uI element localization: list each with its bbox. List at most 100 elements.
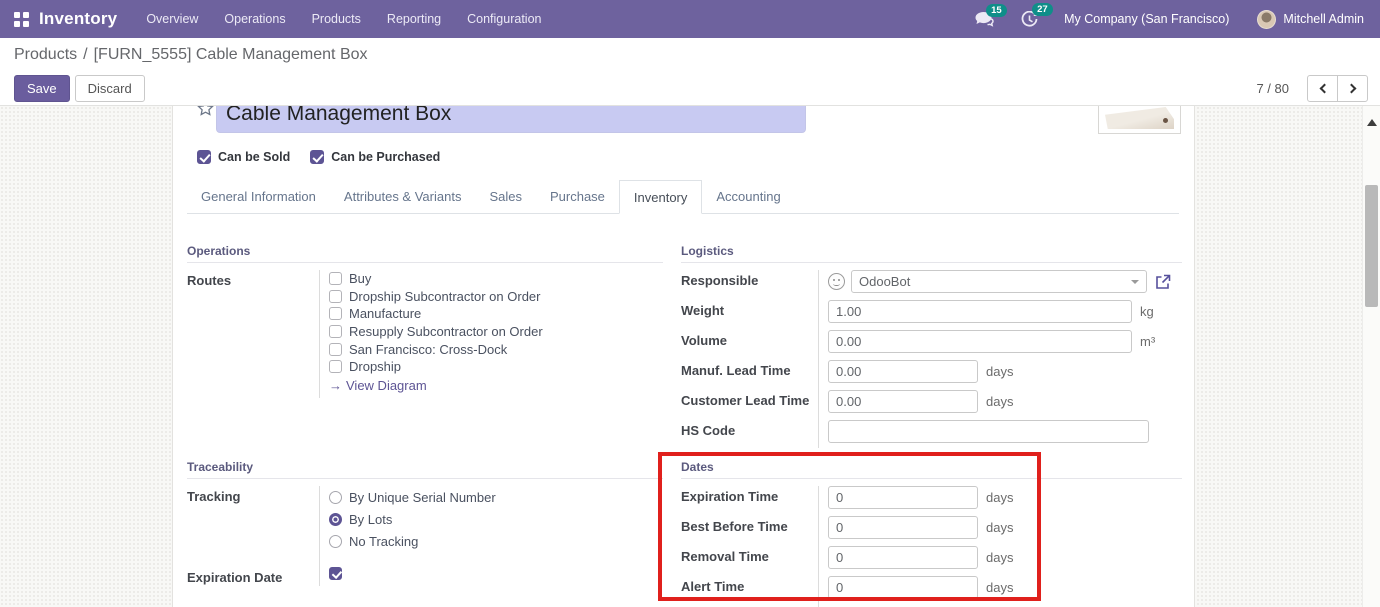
customer-lead-time-input[interactable]: [828, 390, 978, 413]
route-checkbox-cross-dock[interactable]: San Francisco: Cross-Dock: [329, 340, 543, 358]
traceability-group: Traceability Tracking By Unique Serial N…: [187, 460, 663, 586]
route-checkbox-resupply-subcontractor[interactable]: Resupply Subcontractor on Order: [329, 323, 543, 341]
removal-time-input[interactable]: [828, 546, 978, 569]
hs-code-input[interactable]: [828, 420, 1149, 443]
breadcrumb-separator: /: [83, 46, 87, 64]
vertical-scrollbar[interactable]: [1362, 106, 1380, 607]
weight-unit: kg: [1140, 304, 1154, 319]
customer-lead-time-label: Customer Lead Time: [681, 390, 818, 408]
product-name-input[interactable]: [216, 106, 806, 133]
manuf-lead-time-unit: days: [986, 364, 1013, 379]
notebook-tabs: General Information Attributes & Variant…: [187, 180, 1179, 214]
customer-lead-time-unit: days: [986, 394, 1013, 409]
expiration-date-checkbox[interactable]: [329, 567, 342, 580]
radio-icon: [329, 491, 342, 504]
expiration-time-input[interactable]: [828, 486, 978, 509]
messages-icon[interactable]: 15: [975, 12, 995, 27]
manuf-lead-time-label: Manuf. Lead Time: [681, 360, 818, 378]
favorite-star-icon[interactable]: [197, 106, 214, 122]
alert-time-unit: days: [986, 580, 1013, 595]
product-title-row: [173, 106, 1194, 134]
checkbox-icon: [329, 307, 342, 320]
breadcrumb-current: [FURN_5555] Cable Management Box: [94, 46, 368, 64]
route-checkbox-manufacture[interactable]: Manufacture: [329, 305, 543, 323]
nav-item-reporting[interactable]: Reporting: [374, 0, 454, 38]
radio-selected-icon: [329, 513, 342, 526]
scroll-up-arrow-icon[interactable]: [1367, 119, 1377, 126]
activities-icon[interactable]: 27: [1021, 11, 1038, 28]
manuf-lead-time-input[interactable]: [828, 360, 978, 383]
checkbox-icon: [329, 325, 342, 338]
responsible-input[interactable]: [851, 270, 1147, 293]
alert-time-input[interactable]: [828, 576, 978, 599]
scrollbar-thumb[interactable]: [1365, 185, 1378, 307]
product-flags: Can be Sold Can be Purchased: [197, 150, 460, 164]
checkbox-checked-icon: [310, 150, 324, 164]
tracking-radio-none[interactable]: No Tracking: [329, 530, 496, 552]
best-before-time-unit: days: [986, 520, 1013, 535]
chevron-right-icon: [1346, 83, 1356, 93]
form-view-background: Can be Sold Can be Purchased General Inf…: [0, 106, 1380, 607]
logistics-group: Logistics Responsible: [681, 244, 1182, 448]
product-form-sheet: Can be Sold Can be Purchased General Inf…: [172, 106, 1195, 607]
pager-previous-button[interactable]: [1307, 75, 1338, 102]
best-before-time-input[interactable]: [828, 516, 978, 539]
tab-sales[interactable]: Sales: [475, 180, 536, 213]
apps-menu-icon[interactable]: [14, 12, 29, 27]
breadcrumb-parent-link[interactable]: Products: [14, 46, 77, 64]
tab-inventory[interactable]: Inventory: [619, 180, 702, 214]
volume-label: Volume: [681, 330, 818, 348]
view-diagram-link[interactable]: → View Diagram: [329, 377, 543, 395]
activities-badge: 27: [1032, 3, 1053, 17]
pager-next-button[interactable]: [1337, 75, 1368, 102]
route-checkbox-dropship[interactable]: Dropship: [329, 358, 543, 376]
weight-input[interactable]: [828, 300, 1132, 323]
volume-input[interactable]: [828, 330, 1132, 353]
route-checkbox-dropship-subcontractor[interactable]: Dropship Subcontractor on Order: [329, 288, 543, 306]
responsible-label: Responsible: [681, 270, 818, 288]
traceability-section-title: Traceability: [187, 460, 663, 479]
nav-item-products[interactable]: Products: [299, 0, 374, 38]
route-checkbox-buy[interactable]: Buy: [329, 270, 543, 288]
dates-section-title: Dates: [681, 460, 1182, 479]
user-menu[interactable]: Mitchell Admin: [1283, 12, 1364, 26]
dates-group: Dates Expiration Time days Best Before T…: [681, 460, 1182, 607]
save-button[interactable]: Save: [14, 75, 70, 102]
product-image[interactable]: [1098, 106, 1181, 134]
tab-attributes-variants[interactable]: Attributes & Variants: [330, 180, 476, 213]
tracking-radio-lots[interactable]: By Lots: [329, 508, 496, 530]
pager-value: 7 / 80: [1256, 81, 1289, 96]
routes-label: Routes: [187, 270, 319, 288]
top-navbar: Inventory Overview Operations Products R…: [0, 0, 1380, 38]
can-be-sold-checkbox[interactable]: Can be Sold: [197, 150, 290, 164]
checkbox-icon: [329, 360, 342, 373]
checkbox-checked-icon: [197, 150, 211, 164]
tracking-radio-serial[interactable]: By Unique Serial Number: [329, 486, 496, 508]
open-record-external-link-icon[interactable]: [1155, 274, 1171, 290]
expiration-time-label: Expiration Time: [681, 486, 818, 504]
checkbox-icon: [329, 290, 342, 303]
tab-accounting[interactable]: Accounting: [702, 180, 794, 213]
company-switcher[interactable]: My Company (San Francisco): [1064, 12, 1229, 26]
weight-label: Weight: [681, 300, 818, 318]
app-name[interactable]: Inventory: [39, 9, 117, 29]
tab-general-information[interactable]: General Information: [187, 180, 330, 213]
nav-item-operations[interactable]: Operations: [211, 0, 298, 38]
discard-button[interactable]: Discard: [75, 75, 145, 102]
radio-icon: [329, 535, 342, 548]
messages-badge: 15: [986, 4, 1007, 18]
removal-time-label: Removal Time: [681, 546, 818, 564]
tab-purchase[interactable]: Purchase: [536, 180, 619, 213]
nav-item-overview[interactable]: Overview: [133, 0, 211, 38]
checkbox-icon: [329, 343, 342, 356]
hs-code-label: HS Code: [681, 420, 818, 438]
operations-group: Operations Routes Buy Dropship Subcontra…: [187, 244, 663, 398]
pager: 7 / 80: [1256, 75, 1368, 102]
expiration-date-label: Expiration Date: [187, 567, 319, 585]
logistics-section-title: Logistics: [681, 244, 1182, 263]
nav-item-configuration[interactable]: Configuration: [454, 0, 554, 38]
operations-section-title: Operations: [187, 244, 663, 263]
can-be-purchased-checkbox[interactable]: Can be Purchased: [310, 150, 440, 164]
user-avatar[interactable]: [1257, 10, 1276, 29]
removal-time-unit: days: [986, 550, 1013, 565]
